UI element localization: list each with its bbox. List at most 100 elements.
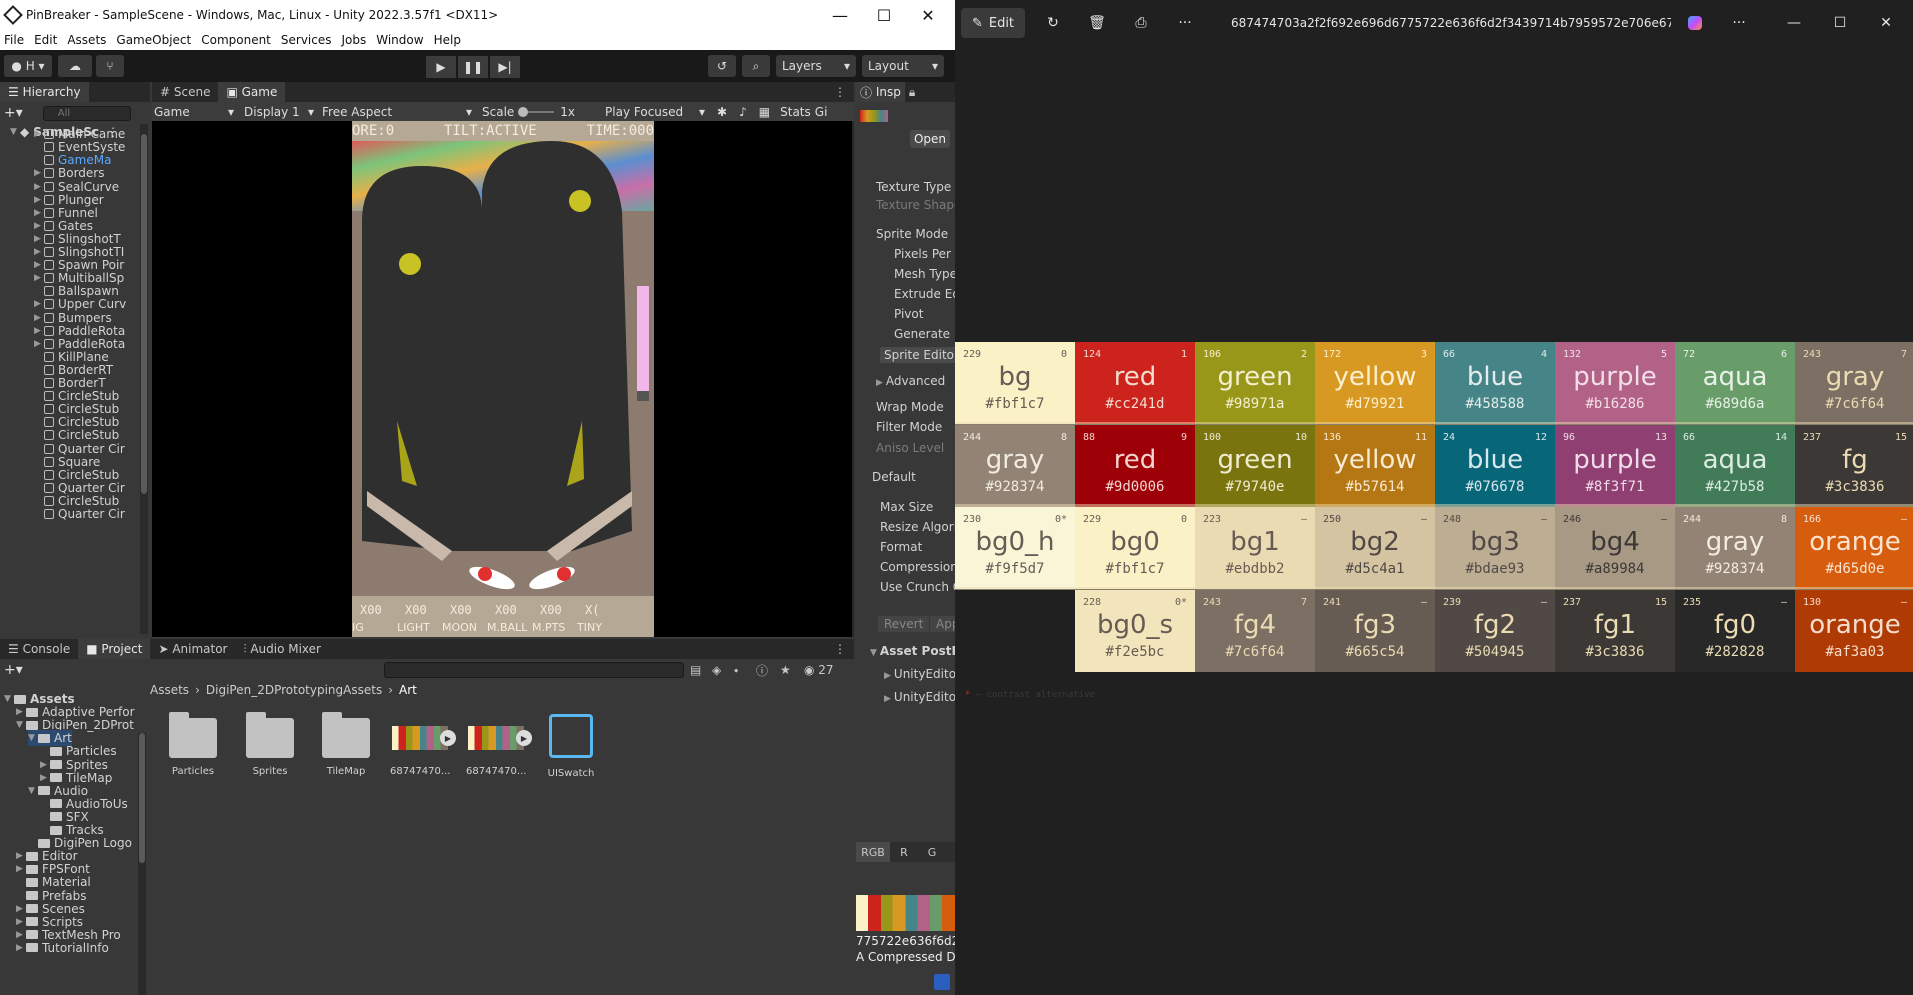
- menu-services[interactable]: Services: [281, 33, 332, 47]
- chevron-right-icon[interactable]: ▶: [884, 694, 891, 704]
- asset-tile[interactable]: ▶ 68747470...: [466, 718, 532, 777]
- stats-button[interactable]: Stats: [780, 105, 811, 119]
- project-tree-item[interactable]: ▶ TutorialInfo: [16, 940, 109, 956]
- history-icon[interactable]: ↺: [708, 55, 736, 77]
- tab-audio-mixer[interactable]: ⫶ Audio Mixer: [235, 639, 329, 659]
- gizmos-button[interactable]: Gi: [815, 105, 828, 119]
- menu-help[interactable]: Help: [434, 33, 461, 47]
- aspect-dropdown[interactable]: Free Aspect ▾: [318, 105, 478, 119]
- menu-component[interactable]: Component: [201, 33, 271, 47]
- display-dropdown[interactable]: Display 1 ▾: [238, 105, 318, 119]
- menu-jobs[interactable]: Jobs: [342, 33, 367, 47]
- tab-inspector[interactable]: ⓘ Insp: [856, 82, 905, 102]
- menu-edit[interactable]: Edit: [34, 33, 57, 47]
- tab-project[interactable]: ■ Project: [78, 639, 151, 659]
- inspector-row[interactable]: Default: [872, 470, 916, 484]
- print-icon[interactable]: ⎙: [1121, 8, 1161, 38]
- add-icon[interactable]: +▾: [4, 662, 23, 678]
- chevron-right-icon[interactable]: ▶: [34, 168, 44, 178]
- chevron-right-icon[interactable]: ▶: [34, 313, 44, 323]
- rotate-icon[interactable]: ↻: [1033, 8, 1073, 38]
- tab-hierarchy[interactable]: ☰ Hierarchy: [0, 82, 89, 102]
- open-button[interactable]: Open: [910, 130, 950, 148]
- photos-minimize-button[interactable]: —: [1771, 8, 1817, 38]
- asset-tile[interactable]: Sprites: [240, 712, 300, 777]
- add-icon[interactable]: +▾: [4, 105, 23, 121]
- chevron-right-icon[interactable]: ▶: [34, 182, 44, 192]
- collab-icon[interactable]: ⑂: [96, 55, 124, 77]
- inspector-row[interactable]: Sprite Editor: [880, 347, 955, 363]
- tag-icon[interactable]: [934, 974, 950, 990]
- chevron-right-icon[interactable]: ▼: [870, 648, 877, 658]
- account-button[interactable]: ● H ▾: [4, 55, 52, 77]
- grid-icon[interactable]: ▦: [759, 105, 770, 119]
- breadcrumb-art[interactable]: Art: [399, 683, 417, 697]
- chevron-right-icon[interactable]: ▶: [34, 273, 44, 283]
- asset-tile[interactable]: Particles: [163, 712, 223, 777]
- chevron-right-icon[interactable]: ▶: [34, 326, 44, 336]
- more-icon[interactable]: ⋮: [834, 82, 846, 102]
- chevron-right-icon[interactable]: ▶: [34, 221, 44, 231]
- more-icon[interactable]: ···: [1165, 8, 1205, 38]
- hierarchy-scrollbar[interactable]: [140, 124, 148, 634]
- pause-button[interactable]: ❚❚: [458, 56, 488, 78]
- tab-animator[interactable]: ➤ Animator: [150, 639, 235, 659]
- chevron-right-icon[interactable]: ▶: [34, 129, 44, 139]
- chevron-right-icon[interactable]: ▶: [876, 378, 883, 388]
- tab-game[interactable]: ▣ Game: [218, 82, 286, 102]
- menu-assets[interactable]: Assets: [67, 33, 106, 47]
- layout-dropdown[interactable]: Layout ▾: [862, 55, 944, 77]
- play-icon[interactable]: ▶: [440, 730, 456, 746]
- inspector-row[interactable]: App: [930, 616, 955, 632]
- menu-file[interactable]: File: [4, 33, 24, 47]
- audio-icon[interactable]: ♪: [739, 105, 747, 119]
- channel-r[interactable]: R: [890, 842, 918, 862]
- chevron-right-icon[interactable]: ▶: [34, 339, 44, 349]
- asset-tile[interactable]: TileMap: [316, 712, 376, 777]
- chevron-right-icon[interactable]: ▶: [34, 247, 44, 257]
- chevron-right-icon[interactable]: ▶: [34, 234, 44, 244]
- channel-g[interactable]: G: [918, 842, 946, 862]
- project-search-input[interactable]: [384, 662, 684, 678]
- scale-slider[interactable]: [518, 106, 555, 117]
- project-tree-scrollbar[interactable]: [138, 733, 146, 995]
- more-icon[interactable]: ⋮: [834, 639, 846, 659]
- game-view[interactable]: ORE:0 TILT:ACTIVE TIME:000 X00 X00 X00 X00 X…: [152, 121, 852, 637]
- game-mode-dropdown[interactable]: Game ▾: [152, 105, 238, 119]
- photos-maximize-button[interactable]: ☐: [1817, 8, 1863, 38]
- channel-rgb[interactable]: RGB: [856, 842, 890, 862]
- breadcrumb-assets[interactable]: Assets: [150, 683, 189, 697]
- lock-icon[interactable]: 🔒︎: [909, 82, 915, 102]
- play-icon[interactable]: ▶: [516, 730, 532, 746]
- delete-icon[interactable]: 🗑︎: [1077, 8, 1117, 38]
- inspector-row[interactable]: ▶ Advanced: [876, 374, 945, 388]
- close-button[interactable]: ✕: [908, 0, 948, 30]
- play-button[interactable]: ▶: [426, 56, 456, 78]
- tab-scene[interactable]: # Scene: [152, 82, 218, 102]
- label-filter-icon[interactable]: ⬩: [734, 663, 738, 678]
- favorite-icon[interactable]: ★: [780, 663, 791, 677]
- menu-window[interactable]: Window: [376, 33, 423, 47]
- chevron-right-icon[interactable]: ▶: [34, 299, 44, 309]
- hierarchy-search-input[interactable]: [42, 105, 131, 121]
- bug-icon[interactable]: ✱: [717, 105, 727, 119]
- copilot-icon[interactable]: [1675, 8, 1715, 38]
- type-filter-icon[interactable]: ◈: [712, 663, 721, 677]
- play-focused-dropdown[interactable]: Play Focused ▾: [605, 105, 711, 119]
- menu-gameobject[interactable]: GameObject: [116, 33, 191, 47]
- layers-dropdown[interactable]: Layers ▾: [776, 55, 856, 77]
- chevron-right-icon[interactable]: ▶: [34, 260, 44, 270]
- hierarchy-item[interactable]: Quarter Cir: [34, 506, 125, 522]
- hidden-count-badge[interactable]: ◉ 27: [804, 663, 834, 677]
- asset-tile[interactable]: ▶ 68747470...: [390, 718, 456, 777]
- maximize-button[interactable]: ☐: [864, 0, 904, 30]
- minimize-button[interactable]: —: [820, 0, 860, 30]
- cloud-icon[interactable]: ☁: [58, 55, 92, 77]
- step-button[interactable]: ▶|: [490, 56, 520, 78]
- more-options-icon[interactable]: ···: [1719, 8, 1759, 38]
- breadcrumb-digipen[interactable]: DigiPen_2DPrototypingAssets: [206, 683, 382, 697]
- asset-tile[interactable]: UISwatch: [541, 714, 601, 779]
- search-icon[interactable]: ⌕: [742, 55, 770, 77]
- chevron-right-icon[interactable]: ▶: [884, 671, 891, 681]
- filter-icon[interactable]: ▤: [690, 663, 701, 677]
